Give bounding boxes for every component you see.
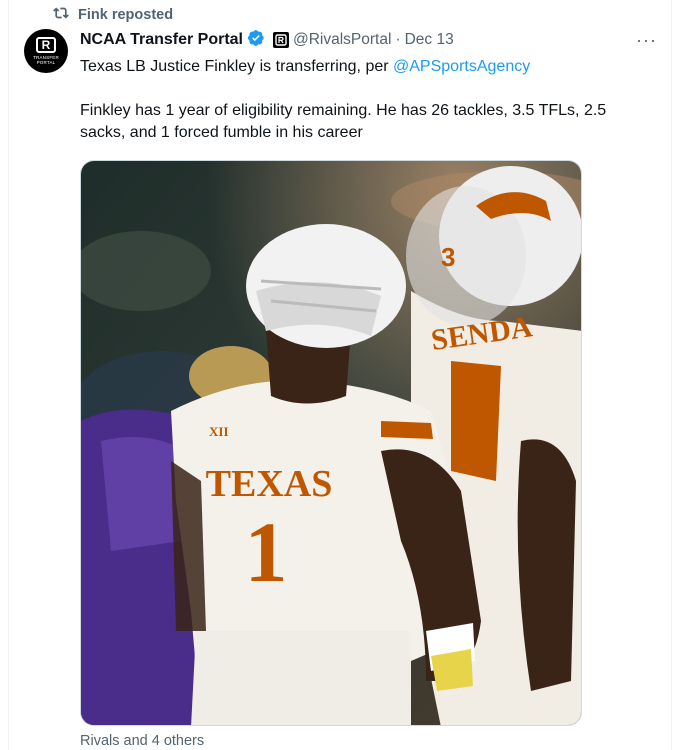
avatar-logo-letter: R — [36, 37, 56, 53]
tweet-media-photo[interactable]: TEXAS 1 XII SENDA 3 — [80, 160, 582, 726]
tweet-text-line-2: Finkley has 1 year of eligibility remain… — [80, 102, 607, 141]
repost-icon — [52, 5, 70, 26]
conference-mark: XII — [209, 424, 229, 439]
more-options-icon[interactable]: ··· — [636, 30, 657, 51]
jersey-number: 1 — [245, 504, 288, 600]
affiliate-badge-icon[interactable] — [273, 32, 289, 48]
timeline-border-right — [671, 0, 672, 750]
mention-link[interactable]: @APSportsAgency — [393, 58, 530, 75]
header-separator: · — [395, 31, 401, 48]
football-photo: TEXAS 1 XII SENDA 3 — [81, 161, 581, 725]
tweet-header: NCAA Transfer Portal @RivalsPortal · Dec… — [80, 29, 454, 51]
teammate-helmet-number: 3 — [441, 242, 455, 272]
repost-label: Fink reposted — [78, 7, 174, 23]
jersey-text: TEXAS — [206, 463, 333, 505]
avatar-logo-text: TRANSFER PORTAL — [33, 55, 59, 65]
timeline-border-left — [8, 0, 9, 750]
social-context[interactable]: Rivals and 4 others — [80, 733, 204, 749]
verified-badge-icon[interactable] — [247, 29, 265, 52]
repost-context[interactable]: Fink reposted — [52, 6, 173, 24]
author-display-name[interactable]: NCAA Transfer Portal — [80, 31, 243, 49]
avatar[interactable]: R TRANSFER PORTAL — [24, 29, 68, 73]
author-handle[interactable]: @RivalsPortal — [293, 31, 391, 49]
tweet-text: Texas LB Justice Finkley is transferring… — [80, 56, 655, 144]
tweet-text-intro: Texas LB Justice Finkley is transferring… — [80, 58, 394, 75]
tweet-date[interactable]: Dec 13 — [405, 31, 454, 49]
tweet-text-line-1: Texas LB Justice Finkley is transferring… — [80, 56, 655, 78]
